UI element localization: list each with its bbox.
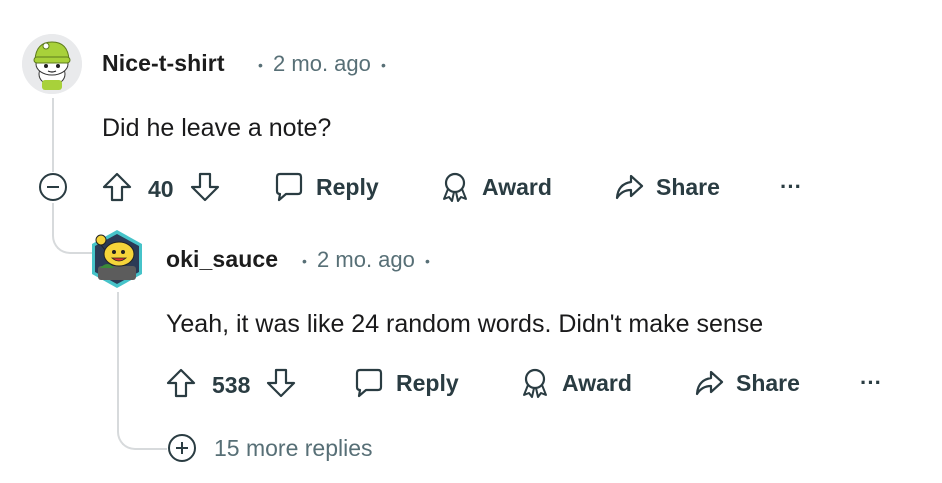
share-button[interactable]: Share <box>612 170 720 204</box>
reply-label: Reply <box>396 369 459 396</box>
award-button[interactable]: Award <box>438 170 552 204</box>
reply-timestamp[interactable]: 2 mo. ago <box>317 247 415 272</box>
reply-action-bar: 538 <box>164 366 298 405</box>
award-button[interactable]: Award <box>518 366 632 400</box>
comment-username[interactable]: Nice-t-shirt <box>102 50 225 77</box>
share-label: Share <box>736 369 800 396</box>
snoo-avatar-icon <box>22 34 82 94</box>
thread-connector-reply <box>52 212 92 254</box>
thread-line-main <box>52 98 54 172</box>
reply-body: Yeah, it was like 24 random words. Didn'… <box>166 310 764 338</box>
more-replies-button[interactable]: 15 more replies <box>166 432 373 464</box>
collapse-thread-button[interactable] <box>38 172 68 202</box>
share-label: Share <box>656 173 720 200</box>
avatar[interactable] <box>22 34 82 94</box>
downvote-arrow-icon <box>190 172 219 202</box>
vote-count: 40 <box>148 176 174 202</box>
share-button[interactable]: Share <box>692 366 800 400</box>
thread-line-reply <box>117 292 119 412</box>
separator-dot: • <box>302 253 307 270</box>
share-arrow-icon <box>615 174 644 200</box>
comment-bubble-icon <box>275 172 303 202</box>
share-arrow-icon <box>695 370 724 396</box>
downvote-arrow-icon <box>267 368 296 398</box>
upvote-arrow-icon <box>102 172 132 202</box>
thread-connector-more <box>117 400 167 450</box>
separator-dot: • <box>381 57 386 74</box>
minus-circle-icon <box>39 173 67 201</box>
more-replies-label: 15 more replies <box>214 434 373 461</box>
comment-meta: • 2 mo. ago • <box>258 51 386 77</box>
comment-timestamp[interactable]: 2 mo. ago <box>273 51 371 76</box>
comment-action-bar: 40 <box>100 170 222 209</box>
reply-button[interactable]: Reply <box>352 366 459 400</box>
avatar[interactable] <box>88 228 146 290</box>
downvote-button[interactable] <box>264 366 298 405</box>
award-label: Award <box>562 369 632 396</box>
reply-label: Reply <box>316 173 379 200</box>
comment-bubble-icon <box>355 368 383 398</box>
more-options-button[interactable]: ··· <box>780 174 802 200</box>
separator-dot: • <box>258 57 263 74</box>
award-icon <box>443 172 467 202</box>
reply-button[interactable]: Reply <box>272 170 379 204</box>
upvote-arrow-icon <box>166 368 196 398</box>
reply-meta: • 2 mo. ago • <box>302 247 430 273</box>
comment-body: Did he leave a note? <box>102 114 332 142</box>
downvote-button[interactable] <box>188 170 222 209</box>
upvote-button[interactable] <box>164 366 198 405</box>
award-label: Award <box>482 173 552 200</box>
upvote-button[interactable] <box>100 170 134 209</box>
reply-username[interactable]: oki_sauce <box>166 246 278 273</box>
separator-dot: • <box>425 253 430 270</box>
snoo-avatar-icon <box>92 230 142 288</box>
award-icon <box>523 368 547 398</box>
vote-count: 538 <box>212 372 251 398</box>
more-options-button[interactable]: ··· <box>860 370 882 396</box>
plus-circle-icon <box>168 434 196 462</box>
